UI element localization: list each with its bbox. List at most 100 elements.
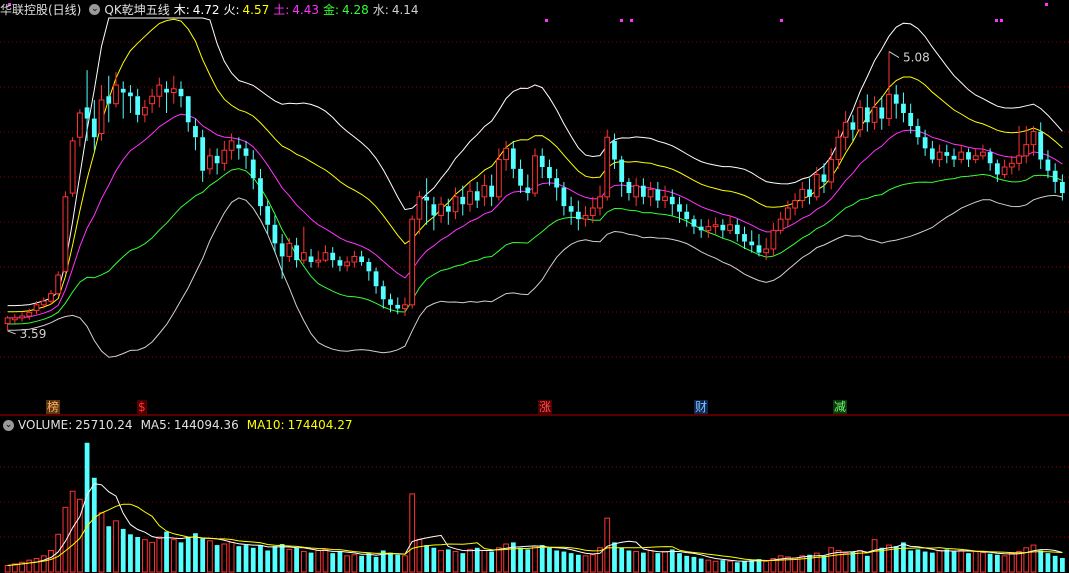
volume-bar	[228, 541, 235, 573]
volume-bar	[113, 520, 119, 573]
volume-bar	[1023, 547, 1030, 573]
candle-body	[373, 271, 379, 287]
volume-bar	[236, 546, 242, 572]
candle-body	[972, 155, 979, 161]
candle-body	[784, 207, 791, 220]
volume-bar	[294, 547, 299, 572]
volume-bar	[951, 551, 957, 572]
candle-body	[980, 151, 986, 157]
candle-body	[901, 103, 906, 113]
volume-bar	[568, 553, 574, 572]
candle-body	[813, 173, 820, 198]
volume-bar	[633, 551, 640, 573]
candle-body	[207, 155, 213, 170]
volume-label[interactable]: VOLUME:	[18, 418, 72, 432]
candle-body	[510, 148, 516, 169]
stock-name[interactable]: 华联控股(日线)	[0, 1, 81, 18]
signal-cai[interactable]: 财	[694, 400, 709, 414]
stock-chart[interactable]: 5.08 3.59	[0, 0, 1069, 573]
candle-body	[893, 94, 899, 104]
high-marker	[888, 51, 900, 58]
volume-header: ⌄ VOLUME: 25710.24 MA5: 144094.36 MA10: …	[0, 417, 357, 433]
volume-bar	[452, 551, 459, 573]
candle-body	[424, 196, 430, 201]
volume-bar	[518, 547, 523, 572]
candle-body	[460, 196, 466, 205]
candle-body	[40, 300, 47, 306]
volume-bar	[279, 544, 285, 572]
volume-bar	[777, 555, 784, 573]
volume-bar	[691, 556, 697, 572]
candle-body	[944, 152, 950, 156]
volume-bar	[178, 542, 184, 572]
candle-body	[431, 204, 437, 216]
volume-bar	[489, 551, 495, 572]
candle-body	[228, 140, 235, 151]
candle-body	[380, 286, 386, 300]
candle-body	[777, 218, 784, 231]
candle-body	[467, 190, 473, 205]
volume-bar	[460, 553, 466, 572]
candle-body	[308, 256, 314, 263]
signal-dollar[interactable]: $	[137, 400, 147, 414]
candle-body	[388, 299, 393, 305]
volume-bar	[330, 553, 336, 572]
volume-bar	[662, 551, 668, 573]
candle-body	[518, 168, 523, 186]
candle-body	[669, 196, 675, 205]
volume-bar	[908, 550, 914, 572]
collapse-icon[interactable]: ⌄	[89, 3, 101, 15]
signal-zhang[interactable]: 涨	[538, 400, 553, 414]
volume-bar	[698, 558, 704, 572]
candle-body	[489, 185, 495, 197]
candle-body	[1016, 155, 1022, 164]
candle-body	[120, 88, 126, 93]
volume-bar	[582, 555, 589, 573]
volume-bar	[106, 526, 112, 572]
volume-bar	[40, 555, 47, 573]
candle-body	[597, 196, 603, 209]
candle-body	[113, 84, 119, 105]
volume-bar	[705, 559, 712, 573]
candle-body	[265, 206, 271, 225]
signal-jian[interactable]: 减	[833, 400, 848, 414]
candle-body	[1001, 166, 1008, 175]
volume-bar	[1045, 553, 1051, 572]
collapse-icon[interactable]: ⌄	[3, 419, 14, 431]
candle-body	[864, 107, 870, 123]
volume-bar	[842, 552, 849, 573]
candle-body	[879, 107, 885, 119]
volume-value: 25710.24	[75, 418, 133, 432]
volume-bar	[626, 550, 632, 572]
candle-body	[366, 262, 372, 272]
signal-bang[interactable]: 榜	[46, 400, 61, 414]
candle-body	[236, 144, 242, 149]
volume-bar	[26, 559, 33, 573]
indicator-value-earth: 土: 4.43	[273, 2, 319, 17]
volume-bar	[929, 552, 935, 572]
candle-body	[481, 185, 488, 198]
candle-body	[395, 304, 401, 309]
volume-bar	[1052, 555, 1058, 572]
candle-body	[141, 106, 148, 116]
signal-dot	[995, 19, 998, 22]
volume-bar	[1060, 558, 1065, 572]
indicator-name[interactable]: QK乾坤五线	[104, 1, 169, 18]
candle-body	[807, 189, 812, 197]
candle-body	[416, 196, 423, 220]
volume-bar	[185, 537, 191, 572]
indicator-value-fire: 火: 4.57	[223, 2, 270, 17]
volume-bar	[619, 547, 625, 572]
volume-bar	[207, 540, 213, 573]
volume-bar	[547, 547, 552, 572]
candle-body	[589, 207, 596, 216]
volume-bar	[677, 553, 682, 572]
volume-bar	[589, 554, 596, 573]
candle-body	[799, 188, 806, 202]
candle-body	[322, 252, 329, 261]
signal-dot	[1000, 19, 1003, 22]
candle-body	[258, 178, 263, 207]
candle-body	[763, 248, 770, 254]
candle-body	[712, 224, 719, 228]
candle-body	[503, 147, 509, 161]
